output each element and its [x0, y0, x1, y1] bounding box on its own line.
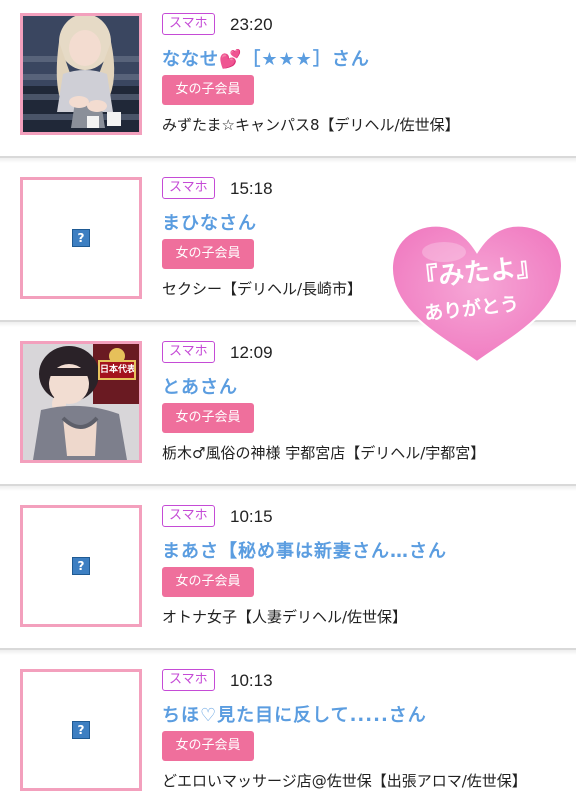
visit-time: 15:18 [230, 179, 273, 198]
broken-image-icon: ? [72, 721, 90, 739]
mitayo-heart-sticker: 『みたよ』 ありがとう [384, 216, 570, 366]
member-badge: 女の子会員 [162, 403, 254, 433]
device-badge: スマホ [162, 505, 215, 527]
row-divider [0, 484, 576, 491]
visit-time: 12:09 [230, 343, 273, 362]
shop-name: どエロいマッサージ店@佐世保【出張アロマ/佐世保】 [162, 772, 527, 790]
profile-photo[interactable]: ? [20, 669, 142, 791]
device-badge: スマホ [162, 341, 215, 363]
visitor-name-link[interactable]: まあさ【秘め事は新妻さん…さん [162, 537, 447, 563]
visit-time: 23:20 [230, 15, 273, 34]
shop-name: セクシー【デリヘル/長崎市】 [162, 280, 363, 298]
profile-photo-image [23, 16, 139, 132]
broken-image-icon: ? [72, 229, 90, 247]
footprint-list: スマホ 23:20 ななせ💕［★★★］さん 女の子会員 みずたま☆キャンパス8【… [0, 0, 576, 798]
visitor-name-link[interactable]: まひなさん [162, 209, 257, 235]
shop-name: オトナ女子【人妻デリヘル/佐世保】 [162, 608, 408, 626]
visit-time: 10:15 [230, 507, 273, 526]
row-divider [0, 648, 576, 655]
device-badge: スマホ [162, 177, 215, 199]
profile-photo[interactable]: ? [20, 177, 142, 299]
broken-image-icon: ? [72, 557, 90, 575]
photo-ribbon-label: 日本代表 [98, 360, 136, 380]
device-badge: スマホ [162, 13, 215, 35]
list-item[interactable]: スマホ 23:20 ななせ💕［★★★］さん 女の子会員 みずたま☆キャンパス8【… [0, 0, 576, 164]
profile-photo[interactable]: ? [20, 505, 142, 627]
visitor-name-link[interactable]: ななせ💕［★★★］さん [162, 45, 370, 71]
row-divider [0, 156, 576, 163]
visitor-name-link[interactable]: ちほ♡見た目に反して.....さん [162, 701, 427, 727]
profile-photo[interactable]: 日本代表 [20, 341, 142, 463]
visitor-name-link[interactable]: とあさん [162, 373, 238, 399]
visit-time: 10:13 [230, 671, 273, 690]
device-badge: スマホ [162, 669, 215, 691]
profile-photo[interactable] [20, 13, 142, 135]
list-item[interactable]: ? スマホ 10:15 まあさ【秘め事は新妻さん…さん 女の子会員 オトナ女子【… [0, 492, 576, 656]
member-badge: 女の子会員 [162, 731, 254, 761]
member-badge: 女の子会員 [162, 75, 254, 105]
shop-name: 栃木♂風俗の神様 宇都宮店【デリヘル/宇都宮】 [162, 444, 486, 462]
heart-icon [390, 224, 564, 364]
member-badge: 女の子会員 [162, 239, 254, 269]
shop-name: みずたま☆キャンパス8【デリヘル/佐世保】 [162, 116, 460, 134]
member-badge: 女の子会員 [162, 567, 254, 597]
list-item[interactable]: ? スマホ 10:13 ちほ♡見た目に反して.....さん 女の子会員 どエロい… [0, 656, 576, 798]
